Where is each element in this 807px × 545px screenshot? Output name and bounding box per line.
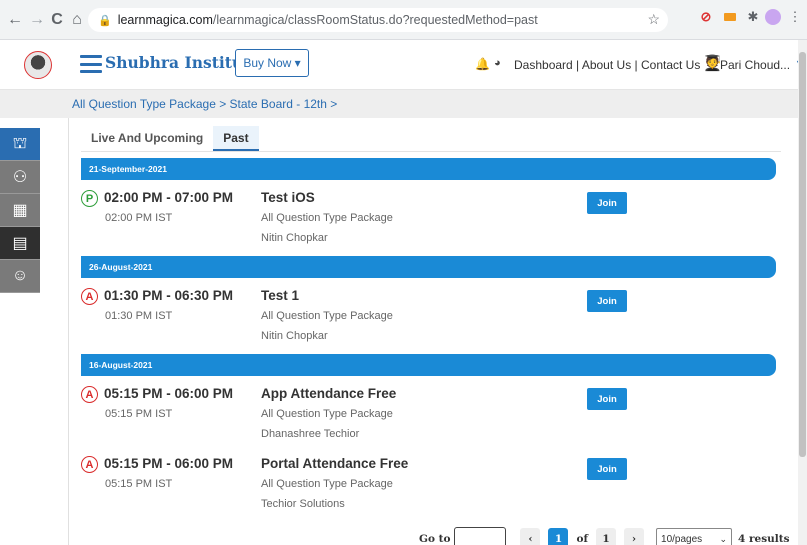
scrollbar-thumb[interactable] xyxy=(799,52,806,457)
breadcrumb-bar: All Question Type Package > State Board … xyxy=(0,90,807,118)
page-size-select[interactable]: 10/pages ⌄ xyxy=(656,528,733,545)
total-pages: 1 xyxy=(596,528,617,545)
session-teacher: Dhanashree Techior xyxy=(261,428,360,440)
pagination: Go to ‹ 1 of 1 › 10/pages ⌄ 4 results xyxy=(419,527,790,545)
sidebar-item-reports[interactable]: ▤ xyxy=(0,227,40,260)
reports-icon: ▤ xyxy=(12,235,28,252)
calendar-icon: ▦ xyxy=(12,202,28,219)
results-count: 4 results xyxy=(738,533,790,545)
bell-icon[interactable]: 🔔 xyxy=(475,57,490,71)
session-teacher: Nitin Chopkar xyxy=(261,330,328,342)
join-button[interactable]: Join xyxy=(587,458,627,480)
session-time: 05:15 PM - 06:00 PM xyxy=(104,456,234,471)
address-bar[interactable]: 🔒 learnmagica.com/learnmagica/classRoomS… xyxy=(88,8,668,32)
date-header: 26-August-2021 xyxy=(81,256,776,278)
back-arrow-icon[interactable]: ← xyxy=(4,9,26,31)
session-title: App Attendance Free xyxy=(261,386,397,401)
session-time: 02:00 PM - 07:00 PM xyxy=(104,190,234,205)
profile-avatar-icon[interactable] xyxy=(765,9,781,25)
sidebar: ⛫ ⚇ ▦ ▤ ☺ xyxy=(0,118,68,545)
page-scrollbar[interactable] xyxy=(798,40,807,545)
app-header: Shubhra Institute Buy Now ▾ 🔔 ◕ Dashboar… xyxy=(0,40,807,90)
home-icon[interactable]: ⌂ xyxy=(66,9,88,31)
students-icon: ⚇ xyxy=(12,169,28,186)
session-package: All Question Type Package xyxy=(261,310,393,322)
sidebar-item-calendar[interactable]: ▦ xyxy=(0,194,40,227)
tab-bar: Live And Upcoming Past xyxy=(81,126,259,151)
join-button[interactable]: Join xyxy=(587,192,627,214)
page-size-value: 10/pages xyxy=(661,533,703,545)
attendance-status-badge: P xyxy=(81,190,98,207)
session-row: A 05:15 PM - 06:00 PM 05:15 PM IST Porta… xyxy=(81,454,776,520)
dashboard-icon: ◕ xyxy=(494,57,501,69)
top-nav-links[interactable]: Dashboard | About Us | Contact Us xyxy=(514,58,700,72)
session-package: All Question Type Package xyxy=(261,408,393,420)
attendance-status-badge: A xyxy=(81,288,98,305)
institute-logo xyxy=(24,51,52,79)
session-title: Portal Attendance Free xyxy=(261,456,409,471)
user-name[interactable]: Pari Choud... xyxy=(720,58,790,72)
session-time: 05:15 PM - 06:00 PM xyxy=(104,386,234,401)
breadcrumb[interactable]: All Question Type Package > State Board … xyxy=(72,97,337,111)
tab-live-and-upcoming[interactable]: Live And Upcoming xyxy=(81,126,213,151)
attendance-status-badge: A xyxy=(81,456,98,473)
tab-past[interactable]: Past xyxy=(213,126,259,151)
bookmark-star-icon[interactable]: ☆ xyxy=(647,11,660,28)
session-package: All Question Type Package xyxy=(261,478,393,490)
session-title: Test iOS xyxy=(261,190,315,205)
hamburger-menu-icon[interactable] xyxy=(80,55,102,73)
classroom-icon: ⛫ xyxy=(12,135,28,152)
session-timezone: 02:00 PM IST xyxy=(105,212,173,224)
buy-now-button[interactable]: Buy Now ▾ xyxy=(235,49,309,77)
help-person-icon: ☺ xyxy=(11,267,29,284)
session-title: Test 1 xyxy=(261,288,300,303)
reload-icon[interactable]: C xyxy=(46,9,68,31)
browser-menu-icon[interactable]: ⋮ xyxy=(787,9,803,25)
goto-label: Go to xyxy=(419,533,451,545)
session-teacher: Techior Solutions xyxy=(261,498,345,510)
block-extension-icon[interactable]: ⊘ xyxy=(698,9,714,25)
page-1-button[interactable]: 1 xyxy=(548,528,569,545)
session-time: 01:30 PM - 06:30 PM xyxy=(104,288,234,303)
url-path: /learnmagica/classRoomStatus.do?requeste… xyxy=(212,13,538,27)
session-row: A 01:30 PM - 06:30 PM 01:30 PM IST Test … xyxy=(81,286,776,352)
of-label: of xyxy=(576,533,589,545)
lock-icon: 🔒 xyxy=(98,14,112,27)
sidebar-item-students[interactable]: ⚇ xyxy=(0,161,40,194)
session-timezone: 01:30 PM IST xyxy=(105,310,173,322)
attendance-status-badge: A xyxy=(81,386,98,403)
sidebar-item-help[interactable]: ☺ xyxy=(0,260,40,293)
join-button[interactable]: Join xyxy=(587,388,627,410)
chevron-down-icon: ⌄ xyxy=(719,533,728,544)
extension-orange-icon[interactable] xyxy=(722,9,738,25)
date-header: 16-August-2021 xyxy=(81,354,776,376)
user-avatar[interactable]: 🧑‍🎓 xyxy=(703,54,722,72)
classroom-status-panel: Live And Upcoming Past 21-September-2021… xyxy=(68,118,798,545)
date-header: 21-September-2021 xyxy=(81,158,776,180)
session-row: A 05:15 PM - 06:00 PM 05:15 PM IST App A… xyxy=(81,384,776,450)
url-host: learnmagica.com xyxy=(117,13,213,27)
browser-toolbar: ← → C ⌂ 🔒 learnmagica.com/learnmagica/cl… xyxy=(0,0,807,40)
sidebar-item-classroom[interactable]: ⛫ xyxy=(0,128,40,161)
prev-page-button[interactable]: ‹ xyxy=(520,528,541,545)
goto-page-input[interactable] xyxy=(454,527,507,545)
forward-arrow-icon[interactable]: → xyxy=(26,9,48,31)
session-timezone: 05:15 PM IST xyxy=(105,408,173,420)
session-package: All Question Type Package xyxy=(261,212,393,224)
join-button[interactable]: Join xyxy=(587,290,627,312)
session-timezone: 05:15 PM IST xyxy=(105,478,173,490)
session-teacher: Nitin Chopkar xyxy=(261,232,328,244)
session-row: P 02:00 PM - 07:00 PM 02:00 PM IST Test … xyxy=(81,188,776,254)
next-page-button[interactable]: › xyxy=(624,528,645,545)
puzzle-extensions-icon[interactable]: ✱ xyxy=(745,9,761,25)
